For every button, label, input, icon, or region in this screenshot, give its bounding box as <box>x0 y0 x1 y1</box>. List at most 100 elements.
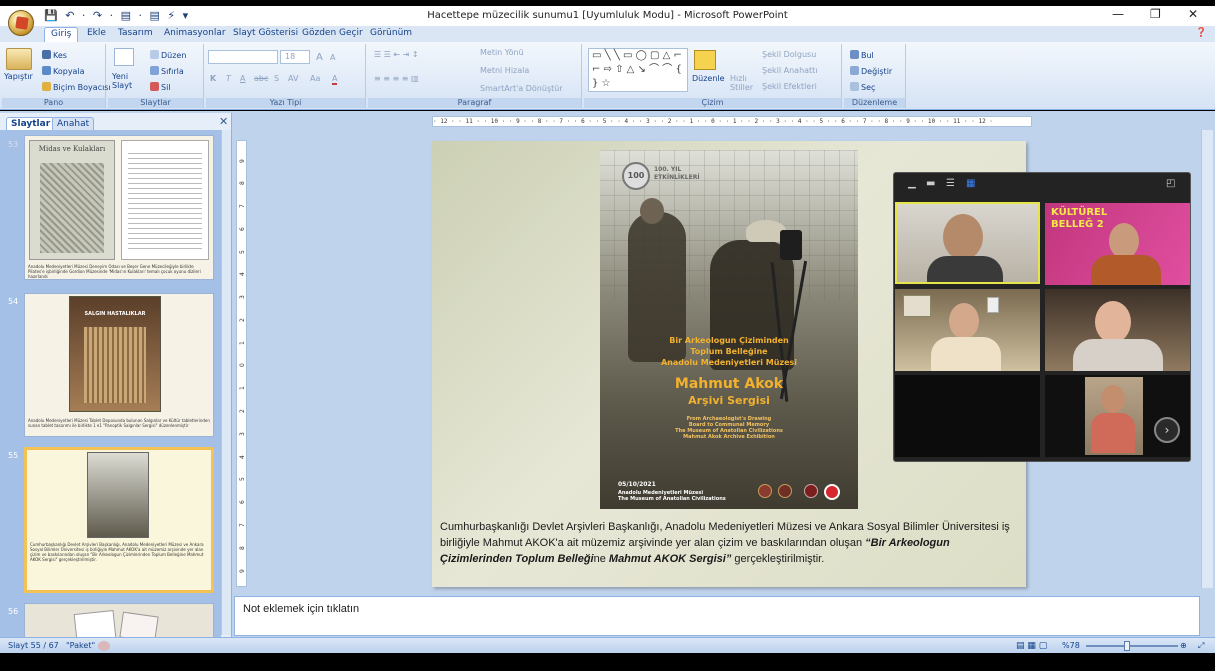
tab-tasarim[interactable]: Tasarım <box>118 28 153 38</box>
slides-panel: Slaytlar Anahat ✕ 53 Midas ve Kulakları … <box>0 113 232 639</box>
shapes-gallery[interactable]: ▭ ╲ ╲ ▭ ◯ ▢ △ ⌐ ⌐ ⇨ ⇧ △ ↘ ⌒ ⌒ { } ☆ <box>588 48 688 92</box>
zoom-in-icon[interactable]: ⊕ <box>1180 641 1187 650</box>
delete-slide-button[interactable]: Sil <box>150 82 171 92</box>
bullets-icon[interactable]: ☰ ☰ ⇤ ⇥ ↕ <box>374 50 419 59</box>
tab-gozden-gecir[interactable]: Gözden Geçir <box>302 28 363 38</box>
shadow-button[interactable]: S <box>274 74 279 83</box>
office-logo-icon <box>15 16 29 30</box>
tab-slides[interactable]: Slaytlar <box>6 117 56 130</box>
slide-thumbnail-53[interactable]: Midas ve Kulakları Anadolu Medeniyetleri… <box>24 135 214 280</box>
group-pano: Yapıştır Kes Kopyala Biçim Boyacısı Pano <box>2 44 111 108</box>
shrink-font-button[interactable]: A <box>330 53 335 62</box>
logo-icon <box>758 484 772 498</box>
italic-button[interactable]: T <box>226 74 231 83</box>
group-slaytlar: Yeni Slayt Düzen Sıfırla Sil Slaytlar <box>108 44 204 108</box>
grid-view-icon[interactable]: ▦ <box>966 178 975 189</box>
poster-name1: Mahmut Akok <box>674 376 784 392</box>
bold-button[interactable]: K <box>210 74 216 83</box>
select-icon <box>850 82 859 91</box>
grow-font-button[interactable]: A <box>316 52 323 63</box>
video-tile-4[interactable] <box>1045 289 1190 371</box>
font-name-combo[interactable] <box>208 50 278 64</box>
copy-button[interactable]: Kopyala <box>42 66 85 76</box>
tab-giris[interactable]: Giriş <box>44 27 79 43</box>
shape-effects-button[interactable]: Şekil Efektleri <box>762 82 817 91</box>
video-tile-3[interactable] <box>895 289 1040 371</box>
notes-placeholder: Not eklemek için tıklatın <box>243 603 360 615</box>
shape-fill-button[interactable]: Şekil Dolgusu <box>762 50 816 59</box>
paste-button[interactable]: Yapıştır <box>4 72 33 81</box>
thumb-caption: Anadolu Medeniyetleri Müzesi Tablet Depo… <box>28 418 210 428</box>
tab-gorunum[interactable]: Görünüm <box>370 28 412 38</box>
minimize-icon[interactable]: ▁ <box>908 178 916 189</box>
replace-button[interactable]: Değiştir <box>850 66 892 76</box>
slide-number: 55 <box>8 451 19 460</box>
select-button[interactable]: Seç <box>850 82 875 92</box>
view-buttons[interactable]: ▤ ▦ ▢ <box>1016 641 1047 651</box>
slide-thumbnail-56[interactable] <box>24 603 214 639</box>
underline-button[interactable]: A <box>240 74 245 83</box>
align-buttons[interactable]: ≡ ≡ ≡ ≡ ▥ <box>374 74 419 83</box>
format-painter-button[interactable]: Biçim Boyacısı <box>42 82 111 92</box>
restore-button[interactable]: ❐ <box>1150 7 1161 21</box>
slide-thumbnail-54[interactable]: SALGIN HASTALIKLAR Anadolu Medeniyetleri… <box>24 293 214 437</box>
tab-outline[interactable]: Anahat <box>52 117 95 130</box>
spellcheck-icon[interactable] <box>98 641 110 651</box>
replace-icon <box>850 66 859 75</box>
poster-date: 05/10/2021 <box>618 481 656 488</box>
smartart-button[interactable]: SmartArt'a Dönüştür <box>480 84 563 93</box>
exit-fullscreen-icon[interactable]: ◰ <box>1166 178 1175 189</box>
arrange-button[interactable]: Düzenle <box>692 74 725 83</box>
logo-icon <box>778 484 792 498</box>
group-cizim: ▭ ╲ ╲ ▭ ◯ ▢ △ ⌐ ⌐ ⇨ ⇧ △ ↘ ⌒ ⌒ { } ☆ Düze… <box>584 44 842 108</box>
reset-button[interactable]: Sıfırla <box>150 66 184 76</box>
small-view-icon[interactable]: ▬ <box>926 178 935 189</box>
close-button[interactable]: ✕ <box>1188 7 1198 21</box>
minimize-button[interactable]: — <box>1112 7 1124 21</box>
new-slide-button[interactable]: Yeni Slayt <box>112 72 142 90</box>
stack-view-icon[interactable]: ☰ <box>946 178 955 189</box>
strikethrough-button[interactable]: abc <box>254 74 268 83</box>
align-text-button[interactable]: Metni Hizala <box>480 66 529 75</box>
tab-ekle[interactable]: Ekle <box>87 28 106 38</box>
slide-counter: Slayt 55 / 67 <box>8 641 59 650</box>
font-color-button[interactable]: A <box>332 74 338 85</box>
panel-scrollbar[interactable] <box>221 130 231 635</box>
zoom-slider[interactable] <box>1086 641 1178 651</box>
text-direction-button[interactable]: Metin Yönü <box>480 48 524 57</box>
notes-pane[interactable]: Not eklemek için tıklatın <box>234 596 1200 636</box>
slide-caption[interactable]: Cumhurbaşkanlığı Devlet Arşivleri Başkan… <box>440 519 1024 567</box>
tab-slayt-gosterisi[interactable]: Slayt Gösterisi <box>233 28 298 38</box>
shape-outline-button[interactable]: Şekil Anahattı <box>762 66 818 75</box>
char-spacing-button[interactable]: AV <box>288 74 298 83</box>
zoom-level[interactable]: %78 <box>1062 641 1080 650</box>
quick-styles-button[interactable]: Hızlı Stiller <box>730 74 756 92</box>
next-page-button[interactable]: › <box>1154 417 1180 443</box>
video-tile-2[interactable]: KÜLTÜREL BELLEĞ 2 <box>1045 203 1190 285</box>
group-paragraf: ☰ ☰ ⇤ ⇥ ↕ Metin Yönü ≡ ≡ ≡ ≡ ▥ Metni Hiz… <box>368 44 582 108</box>
video-tile-6[interactable] <box>1045 375 1190 457</box>
find-button[interactable]: Bul <box>850 50 874 60</box>
fit-window-icon[interactable]: ⤢ <box>1198 641 1204 651</box>
layout-button[interactable]: Düzen <box>150 50 186 60</box>
slide-thumbnail-55[interactable]: Cumhurbaşkanlığı Devlet Arşivleri Başkan… <box>24 447 214 593</box>
video-tile-5[interactable] <box>895 375 1040 457</box>
change-case-button[interactable]: Aa <box>310 74 320 83</box>
thumb-image <box>87 452 149 538</box>
delete-icon <box>150 82 159 91</box>
group-label-cizim: Çizim <box>584 98 841 108</box>
slide-number: 53 <box>8 140 19 149</box>
panel-close-icon[interactable]: ✕ <box>219 115 228 128</box>
slide-scrollbar[interactable] <box>1201 130 1213 588</box>
font-size-combo[interactable]: 18 <box>280 50 310 64</box>
poster-line2: Toplum Belleğine <box>690 347 768 356</box>
tab-animasyonlar[interactable]: Animasyonlar <box>164 28 226 38</box>
thumb-page <box>121 140 209 260</box>
cut-button[interactable]: Kes <box>42 50 67 60</box>
thumb-caption: Cumhurbaşkanlığı Devlet Arşivleri Başkan… <box>30 542 204 562</box>
theme-name: "Paket" <box>66 641 96 650</box>
video-tile-1[interactable] <box>895 202 1040 284</box>
help-icon[interactable]: ❓ <box>1196 28 1207 38</box>
scissors-icon <box>42 50 51 59</box>
office-button[interactable] <box>8 10 34 36</box>
